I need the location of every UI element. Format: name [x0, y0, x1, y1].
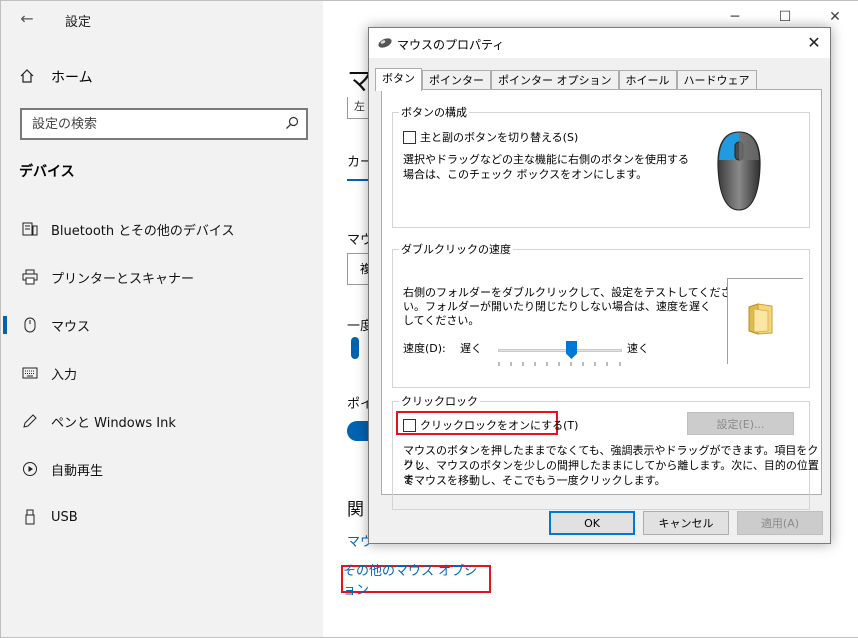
dialog-title: マウスのプロパティ [397, 38, 505, 52]
switch-buttons-row[interactable]: 主と副のボタンを切り替える(S) [403, 129, 578, 145]
sidebar-item-label: マウス [51, 319, 91, 335]
related-settings-heading: 関 [347, 500, 364, 520]
ok-button[interactable]: OK [549, 511, 635, 535]
button-config-description-2: 場合は、このチェック ボックスをオンにします。 [403, 168, 648, 181]
scroll-lines-slider-thumb[interactable] [351, 337, 359, 359]
button-config-description-1: 選択やドラッグなどの主な機能に右側のボタンを使用する [403, 153, 689, 166]
other-mouse-options-label: その他のマウス オプション [343, 564, 478, 598]
sidebar-item-pen[interactable]: ペンと Windows Ink [1, 402, 323, 440]
other-mouse-options-link[interactable]: その他のマウス オプション [341, 564, 491, 598]
switch-buttons-checkbox[interactable] [403, 130, 416, 144]
dialog-titlebar[interactable]: マウスのプロパティ ✕ [369, 28, 830, 58]
settings-sidebar: ← 設定 ホーム デバイス Bluetooth とその他のデバイス プリ [1, 1, 323, 637]
sidebar-item-label: 入力 [51, 367, 78, 383]
double-click-legend: ダブルクリックの速度 [401, 243, 511, 256]
sidebar-item-label: USB [51, 509, 78, 525]
clicklock-description-3: でマウスを移動し、そこでもう一度クリックします。 [403, 474, 666, 487]
folder-icon[interactable] [746, 301, 776, 337]
slider-track [498, 349, 622, 352]
mouse-dialog-icon [377, 37, 393, 49]
slow-label: 遅く [460, 342, 482, 355]
tab-pointers[interactable]: ポインター [422, 70, 491, 91]
sidebar-item-bluetooth[interactable]: Bluetooth とその他のデバイス [1, 210, 323, 248]
search-input[interactable] [30, 114, 270, 134]
printer-icon [21, 268, 39, 286]
double-click-description-2: い。フォルダーが開いたり閉じたりしない場合は、速度を遅く [403, 300, 711, 313]
keyboard-icon [21, 364, 39, 382]
dialog-close-icon[interactable]: ✕ [803, 32, 825, 54]
buttons-tab-panel: ボタンの構成 主と副のボタンを切り替える(S) 選択やドラッグなどの主な機能に右… [381, 89, 822, 510]
slider-ticks [498, 362, 621, 366]
search-icon[interactable] [284, 115, 300, 131]
mouse-illustration-icon [715, 130, 763, 212]
sidebar-item-typing[interactable]: 入力 [1, 354, 323, 392]
mouse-icon [21, 316, 39, 334]
minimize-icon[interactable]: ─ [720, 7, 750, 27]
tab-buttons[interactable]: ボタン [375, 68, 422, 91]
double-click-speed-slider[interactable] [498, 340, 622, 370]
apply-button[interactable]: 適用(A) [737, 511, 823, 535]
dropdown-value: 左 [354, 100, 365, 113]
clicklock-checkbox[interactable] [403, 418, 416, 432]
switch-buttons-label[interactable]: 主と副のボタンを切り替える(S) [420, 129, 578, 145]
close-icon[interactable]: ✕ [820, 7, 850, 27]
double-click-description-3: してください。 [403, 314, 480, 327]
sidebar-item-mouse[interactable]: マウス [1, 306, 323, 344]
test-folder-area[interactable] [727, 278, 803, 364]
sidebar-item-printers[interactable]: プリンターとスキャナー [1, 258, 323, 296]
double-click-description-1: 右側のフォルダーをダブルクリックして、設定をテストしてくださ [403, 286, 732, 299]
dialog-tabs: ボタン ポインター ポインター オプション ホイール ハードウェア [375, 68, 757, 91]
clicklock-settings-button[interactable]: 設定(E)... [687, 412, 794, 435]
clicklock-legend: クリックロック [401, 395, 478, 408]
fast-label: 速く [627, 342, 649, 355]
search-box[interactable] [20, 108, 308, 140]
home-icon [19, 68, 37, 86]
app-title: 設定 [65, 15, 92, 30]
sidebar-item-autoplay[interactable]: 自動再生 [1, 450, 323, 488]
section-title: デバイス [19, 164, 75, 180]
clicklock-row[interactable]: クリックロックをオンにする(T) [403, 417, 578, 433]
sidebar-item-label: ペンと Windows Ink [51, 415, 176, 431]
nav-home-label: ホーム [51, 70, 93, 86]
maximize-icon[interactable]: ☐ [770, 7, 800, 27]
speed-label: 速度(D): [403, 342, 446, 355]
button-config-legend: ボタンの構成 [401, 106, 467, 119]
inactive-scroll-toggle[interactable] [347, 421, 369, 441]
sidebar-item-label: プリンターとスキャナー [51, 271, 195, 287]
tab-wheel[interactable]: ホイール [618, 70, 677, 91]
mouse-properties-dialog: マウスのプロパティ ✕ ボタン ポインター ポインター オプション ホイール ハ… [368, 27, 831, 544]
nav-home[interactable]: ホーム [19, 65, 309, 89]
back-arrow-icon[interactable]: ← [15, 9, 39, 29]
pen-icon [21, 412, 39, 430]
usb-icon [21, 508, 39, 526]
sidebar-item-label: 自動再生 [51, 463, 104, 479]
cancel-button[interactable]: キャンセル [643, 511, 729, 535]
autoplay-icon [21, 460, 39, 478]
clicklock-label[interactable]: クリックロックをオンにする(T) [420, 417, 578, 433]
tab-pointer-options[interactable]: ポインター オプション [491, 70, 619, 91]
slider-thumb[interactable] [566, 341, 577, 359]
bluetooth-devices-icon [21, 220, 39, 238]
sidebar-item-usb[interactable]: USB [1, 498, 323, 536]
tab-hardware[interactable]: ハードウェア [676, 70, 757, 91]
sidebar-item-label: Bluetooth とその他のデバイス [51, 223, 235, 239]
